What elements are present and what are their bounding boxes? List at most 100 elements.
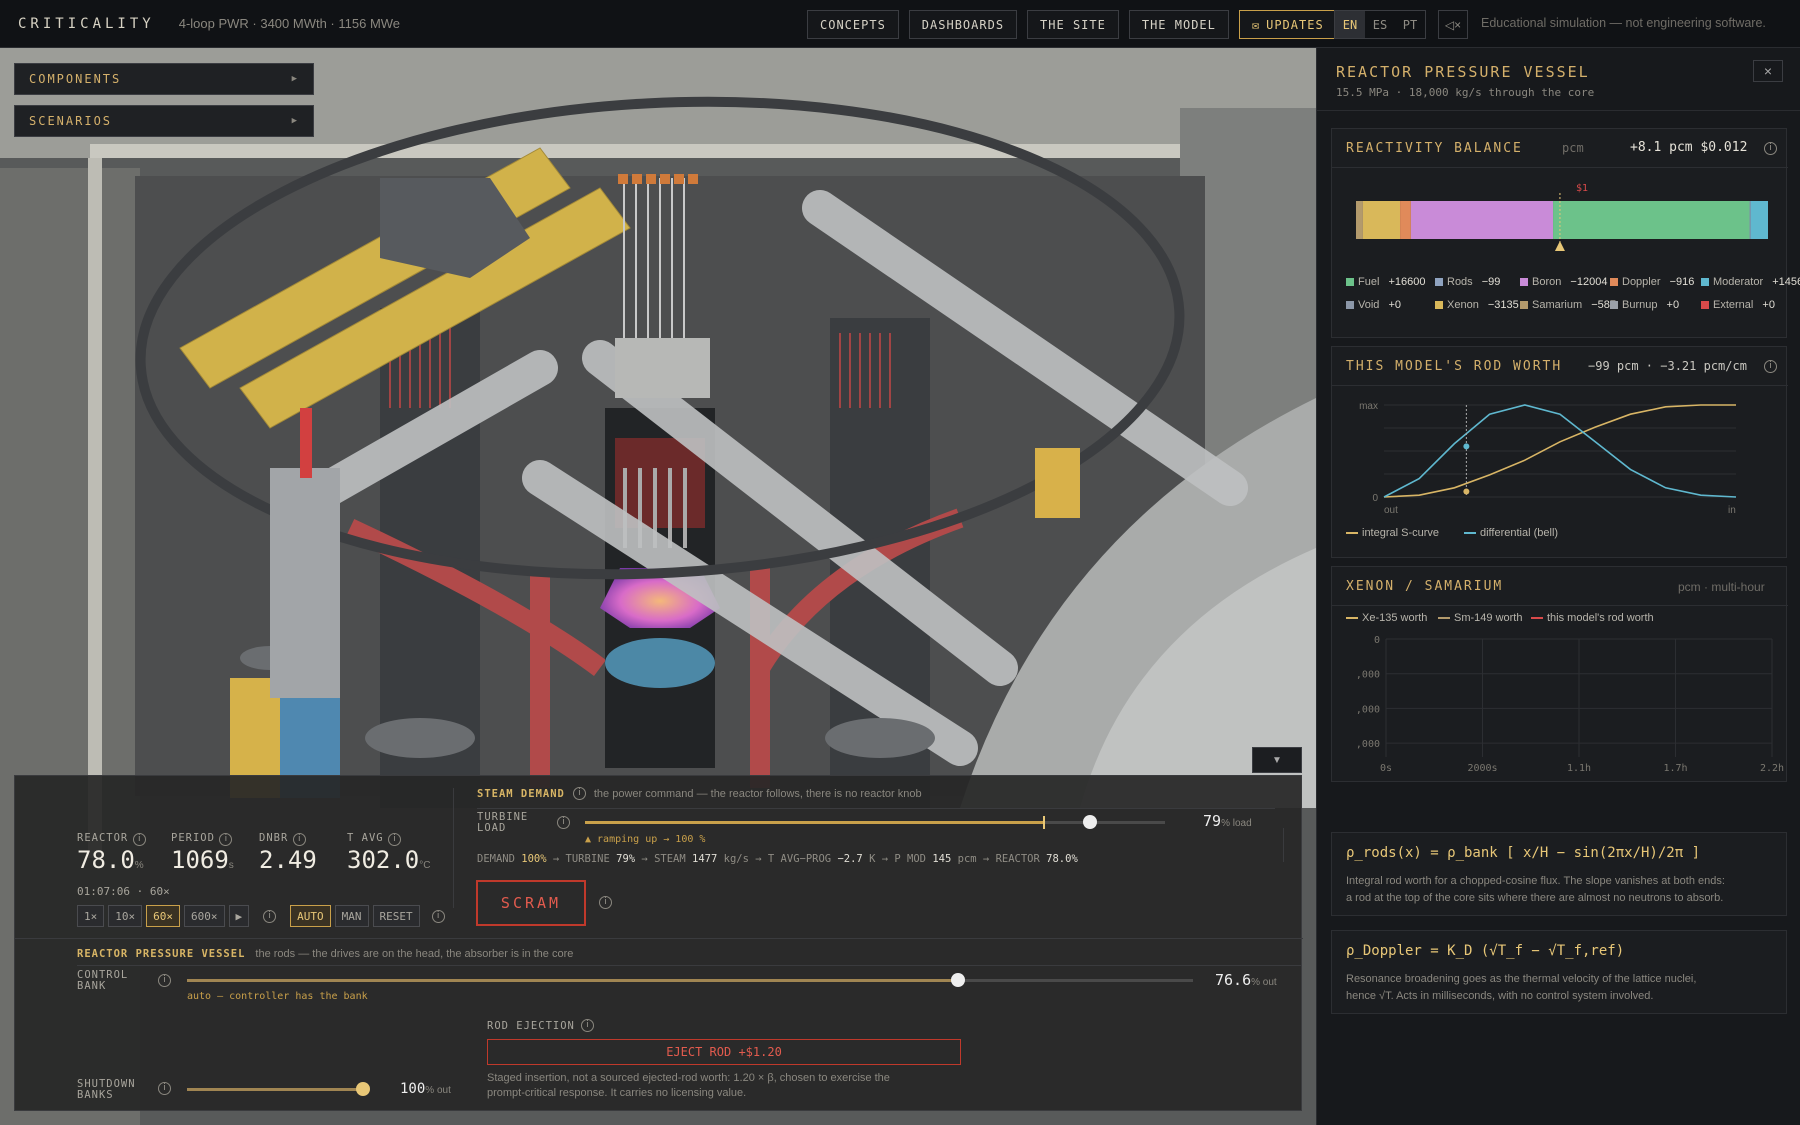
nav-concepts[interactable]: CONCEPTS (807, 10, 899, 39)
collapse-controls-button[interactable]: ▼ (1252, 747, 1302, 773)
xenon-unit: pcm · multi-hour (1678, 580, 1765, 594)
lang-en[interactable]: EN (1335, 11, 1365, 38)
slider-fill (585, 821, 1044, 824)
legend-label: External (1713, 299, 1754, 311)
lang-pt[interactable]: PT (1395, 11, 1425, 38)
info-icon[interactable]: i (158, 974, 171, 987)
control-bank-slider[interactable] (187, 973, 1193, 987)
legend-integral: integral S-curve (1346, 527, 1439, 539)
legend-xe: Xe-135 worth (1346, 612, 1427, 624)
legend-item-xenon: Xenon −3135 (1435, 299, 1519, 311)
speed-1x[interactable]: 1× (77, 905, 105, 927)
legend-label: Xenon (1447, 299, 1479, 311)
readout-value: 2.49 (259, 846, 317, 874)
info-icon[interactable]: i (388, 833, 402, 846)
x-tick-label: 1.1h (1567, 763, 1591, 774)
legend-label: Xe-135 worth (1362, 612, 1428, 624)
chain-label: → TURBINE (552, 853, 610, 865)
y-tick-label: 0 (1374, 635, 1380, 646)
shutdown-banks-value: 100 (400, 1081, 426, 1097)
legend-label: Rods (1447, 276, 1473, 288)
turbine-load-slider[interactable] (585, 815, 1165, 829)
legend-item-doppler: Doppler −916 (1610, 276, 1694, 288)
divider (453, 788, 455, 908)
legend-value: +1456 (1772, 276, 1800, 288)
rpv-title: REACTOR PRESSURE VESSEL (77, 948, 246, 960)
shutdown-banks-slider[interactable] (187, 1082, 370, 1096)
info-icon[interactable]: i (431, 909, 445, 923)
xenon-chart: 0 ,000 ,000 ,000 0s 2000s 1.1h 1.7h 2.2h (1356, 635, 1784, 774)
speed-600x[interactable]: 600× (184, 905, 225, 927)
legend-item-fuel: Fuel +16600 (1346, 276, 1425, 288)
scenarios-label: SCENARIOS (29, 114, 113, 128)
readout-label: DNBR (259, 832, 289, 844)
legend-sm: Sm-149 worth (1438, 612, 1522, 624)
x-tick-label: 2000s (1467, 763, 1497, 774)
eject-rod-button[interactable]: EJECT ROD +$1.20 (487, 1039, 961, 1065)
nav-dashboards[interactable]: DASHBOARDS (908, 10, 1018, 39)
chain-label: → P MOD (881, 853, 926, 865)
slider-thumb[interactable] (1082, 815, 1097, 829)
nav-the-site[interactable]: THE SITE (1027, 10, 1119, 39)
mode-auto[interactable]: AUTO (290, 905, 331, 927)
info-icon[interactable]: i (219, 833, 233, 846)
legend-label: Boron (1532, 276, 1562, 288)
ejection-note-line2: prompt-critical response. It carries no … (487, 1087, 747, 1099)
info-icon[interactable]: i (263, 909, 277, 923)
speed-60x[interactable]: 60× (146, 905, 180, 927)
info-icon[interactable]: i (158, 1082, 171, 1095)
bar-segment-doppler (1400, 201, 1411, 239)
legend-item-moderator: Moderator +1456 (1701, 276, 1800, 288)
info-icon[interactable]: i (599, 896, 612, 909)
y-tick-label: ,000 (1356, 670, 1380, 681)
bar-segment-moderator (1750, 201, 1768, 239)
speed-10x[interactable]: 10× (108, 905, 143, 927)
language-switch: EN ES PT (1334, 10, 1426, 39)
rod-worth-title: THIS MODEL'S ROD WORTH (1346, 359, 1563, 374)
legend-swatch (1701, 278, 1709, 287)
legend-label: integral S-curve (1362, 527, 1440, 539)
rod-worth-chart: max 0 out in (1359, 401, 1737, 516)
legend-item-rods: Rods −99 (1435, 276, 1500, 288)
shutdown-banks-unit: % out (425, 1085, 451, 1096)
shut-label-line2: BANKS (77, 1089, 114, 1101)
lang-es[interactable]: ES (1365, 11, 1395, 38)
divider (77, 965, 1301, 966)
mode-man[interactable]: MAN (334, 905, 369, 927)
integral-point (1463, 488, 1470, 495)
info-icon[interactable]: i (572, 787, 586, 800)
legend-swatch (1435, 301, 1443, 310)
slider-thumb[interactable] (950, 973, 965, 987)
mute-button[interactable]: ◁× (1438, 10, 1468, 39)
reactivity-total: +8.1 pcm $0.012 (1630, 140, 1748, 155)
chain-unit: pcm (957, 853, 977, 865)
reactivity-balance-card: REACTIVITY BALANCE pcm +8.1 pcm $0.012 i… (1331, 128, 1800, 338)
shutdown-banks-readout: 100% out (400, 1080, 451, 1098)
xenon-title: XENON / SAMARIUM (1346, 579, 1504, 594)
legend-swatch (1435, 278, 1443, 287)
info-icon[interactable]: i (132, 833, 146, 846)
brand-logo[interactable]: CRITICALITY (18, 16, 155, 32)
slider-thumb[interactable] (356, 1082, 370, 1096)
play-button[interactable]: ▶ (228, 905, 250, 927)
nav-the-model[interactable]: THE MODEL (1128, 10, 1229, 39)
info-icon[interactable]: i (292, 833, 306, 846)
updates-button[interactable]: ✉ UPDATES (1238, 10, 1337, 39)
readout-tavg: T AVG i 302.0°C (347, 828, 430, 874)
info-icon[interactable]: i (1764, 142, 1777, 155)
info-icon[interactable]: i (580, 1019, 594, 1032)
net-marker-arrow (1554, 241, 1565, 251)
mode-reset[interactable]: RESET (372, 905, 420, 927)
turbine-load-unit: % load (1221, 818, 1252, 829)
close-panel-button[interactable]: × (1753, 60, 1783, 82)
info-icon[interactable]: i (557, 816, 570, 829)
rod-formula: ρ_rods(x) = ρ_bank [ x/H − sin(2πx/H)/2π… (1346, 845, 1701, 861)
components-menu[interactable]: COMPONENTS ▶ (14, 63, 314, 95)
turbine-label-line2: LOAD (477, 822, 507, 834)
bar-segment-fuel (1553, 201, 1750, 239)
scram-button[interactable]: SCRAM (476, 880, 586, 926)
scenarios-menu[interactable]: SCENARIOS ▶ (14, 105, 314, 137)
reactivity-bar-chart: $1 (1356, 183, 1768, 251)
readout-label: T AVG (347, 832, 384, 844)
info-icon[interactable]: i (1764, 360, 1777, 373)
